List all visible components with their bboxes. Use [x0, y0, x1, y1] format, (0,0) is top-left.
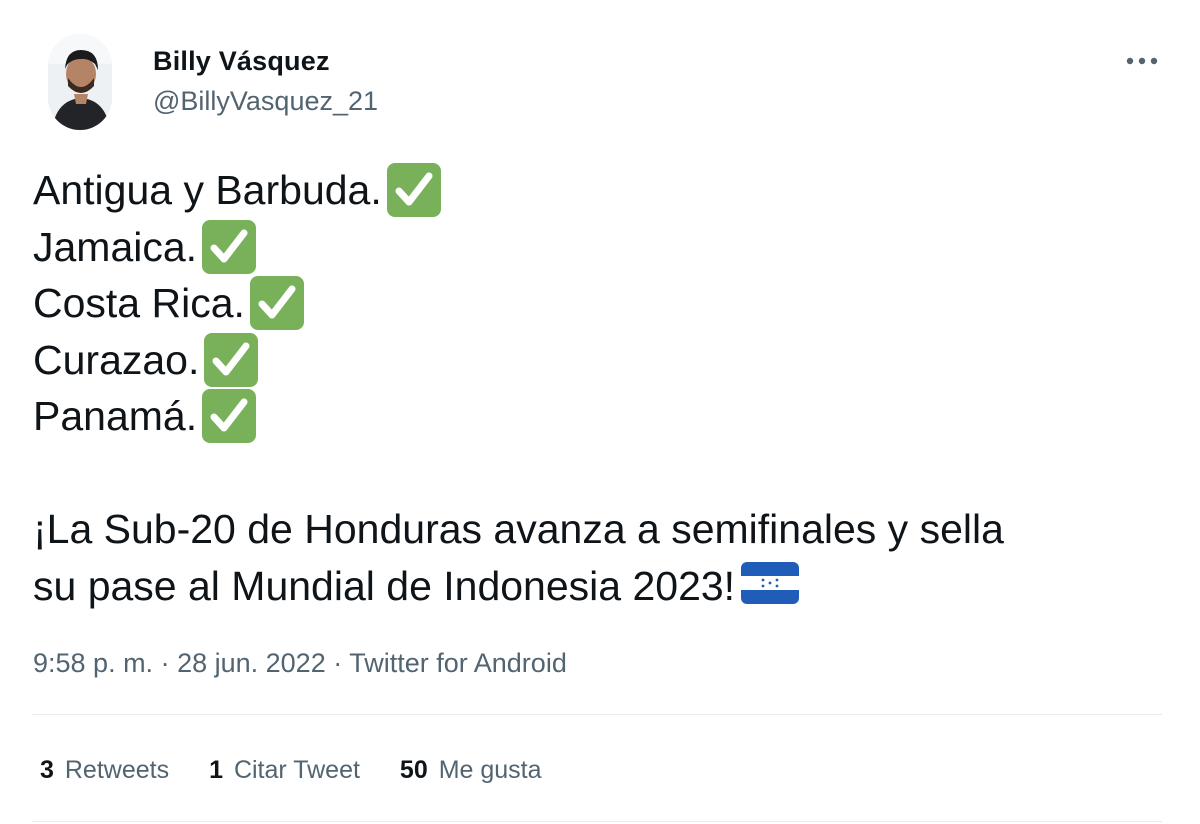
- author-handle[interactable]: @BillyVasquez_21: [153, 84, 378, 118]
- author-display-name[interactable]: Billy Vásquez: [153, 44, 378, 78]
- tweet-header: Billy Vásquez @BillyVasquez_21: [32, 30, 1168, 140]
- tweet-paragraph-line: ¡La Sub-20 de Honduras avanza a semifina…: [33, 501, 1153, 558]
- quotes-stat[interactable]: 1 Citar Tweet: [209, 752, 360, 788]
- avatar[interactable]: [48, 34, 112, 130]
- tweet-line: Panamá.: [33, 388, 1153, 445]
- retweets-label: Retweets: [64, 756, 170, 784]
- tweet-line-text: Costa Rica.: [33, 280, 245, 326]
- tweet-line-text: Curazao.: [33, 336, 200, 383]
- quotes-label: Citar Tweet: [233, 756, 360, 784]
- check-mark-icon: [386, 163, 441, 218]
- check-mark-icon: [202, 389, 257, 444]
- quotes-count: 1: [209, 756, 223, 784]
- tweet-line: Antigua y Barbuda.: [33, 162, 1153, 219]
- likes-count: 50: [399, 756, 428, 784]
- check-mark-icon: [249, 276, 304, 331]
- more-options-icon: [1126, 57, 1158, 65]
- check-mark-icon: [204, 332, 259, 387]
- tweet-metadata: 9:58 p. m. · 28 jun. 2022 · Twitter for …: [33, 645, 567, 681]
- tweet-card: Billy Vásquez @BillyVasquez_21 Antigua y…: [0, 0, 1200, 824]
- tweet-date[interactable]: 28 jun. 2022: [177, 648, 326, 678]
- meta-separator: ·: [325, 648, 350, 678]
- likes-label: Me gusta: [438, 756, 542, 784]
- retweets-count: 3: [40, 756, 54, 784]
- tweet-line: Jamaica.: [33, 219, 1153, 276]
- tweet-paragraph-line1: ¡La Sub-20 de Honduras avanza a semifina…: [33, 506, 1004, 552]
- tweet-stats: 3 Retweets 1 Citar Tweet 50 Me gusta: [40, 752, 582, 788]
- tweet-line: Costa Rica.: [33, 275, 1153, 332]
- tweet-line-text: Panamá.: [33, 393, 198, 439]
- check-mark-icon: [202, 219, 257, 274]
- retweets-stat[interactable]: 3 Retweets: [40, 752, 169, 788]
- tweet-text: Antigua y Barbuda. Jamaica. Costa Rica. …: [33, 162, 1153, 614]
- divider: [32, 714, 1162, 715]
- divider: [32, 821, 1162, 822]
- tweet-paragraph-line: su pase al Mundial de Indonesia 2023!: [33, 558, 1153, 615]
- avatar-photo: [48, 34, 112, 130]
- tweet-line-text: Antigua y Barbuda.: [33, 167, 382, 213]
- tweet-line-text: Jamaica.: [33, 223, 198, 270]
- honduras-flag-icon: [741, 561, 800, 604]
- more-options-button[interactable]: [1122, 46, 1162, 76]
- meta-separator: ·: [153, 648, 178, 678]
- tweet-paragraph-line2: su pase al Mundial de Indonesia 2023!: [33, 562, 736, 609]
- tweet-source[interactable]: Twitter for Android: [349, 648, 567, 678]
- likes-stat[interactable]: 50 Me gusta: [400, 752, 542, 788]
- tweet-time[interactable]: 9:58 p. m.: [33, 648, 153, 678]
- author-info[interactable]: Billy Vásquez @BillyVasquez_21: [153, 44, 378, 118]
- tweet-line: Curazao.: [33, 332, 1153, 389]
